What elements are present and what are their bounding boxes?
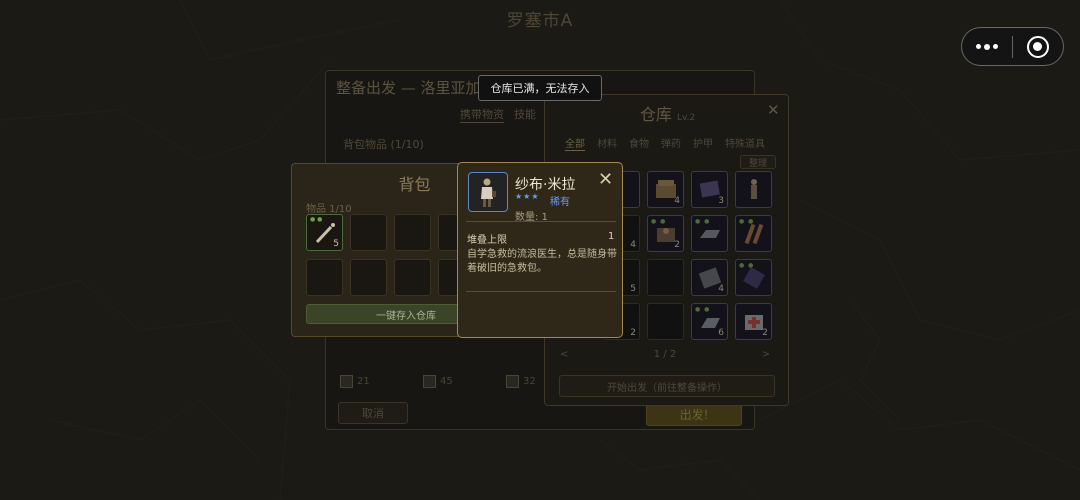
mini-program-capsule xyxy=(961,27,1064,66)
backpack-slot[interactable] xyxy=(350,259,387,296)
warehouse-bottom-button[interactable]: 开始出发（前往整备操作） xyxy=(559,375,775,397)
warehouse-slot[interactable] xyxy=(647,259,684,296)
item-description: 自学急救的流浪医生，总是随身带着破旧的急救包。 xyxy=(467,249,617,274)
warehouse-slot[interactable]: ● ● xyxy=(735,215,772,252)
checkbox-3[interactable]: 32 xyxy=(506,375,536,388)
tab-all[interactable]: 全部 xyxy=(565,135,585,151)
warehouse-slot[interactable]: 4 xyxy=(691,259,728,296)
more-button[interactable] xyxy=(962,28,1012,65)
equip-title: 整备出发 — 洛里亚加 xyxy=(336,79,481,97)
close-icon[interactable]: ✕ xyxy=(598,169,613,190)
rarity-stars: ★★★ xyxy=(515,192,540,201)
tab-supplies[interactable]: 携带物资 xyxy=(460,106,504,123)
tab-skills[interactable]: 技能 xyxy=(514,106,536,123)
backpack-slot[interactable]: ● ● 5 xyxy=(306,214,343,251)
backpack-slot[interactable] xyxy=(306,259,343,296)
stack-limit-value: 1 xyxy=(608,231,615,242)
next-page-button[interactable]: > xyxy=(762,349,770,360)
city-title: 罗塞市A xyxy=(506,11,574,31)
warehouse-slot[interactable]: 4 xyxy=(647,171,684,208)
target-icon xyxy=(1026,35,1049,58)
warehouse-slot[interactable]: 3 xyxy=(691,171,728,208)
bag-items-label: 背包物品 (1/10) xyxy=(343,138,424,151)
figure-icon xyxy=(751,179,757,199)
equip-tabs: 携带物资 技能 xyxy=(460,106,536,123)
more-dots-icon xyxy=(976,43,998,50)
page-indicator: 1 / 2 xyxy=(653,349,677,360)
warehouse-slot[interactable]: ● ● xyxy=(691,215,728,252)
tab-special[interactable]: 特殊道具 xyxy=(725,135,765,151)
warehouse-tabs: 全部 材料 食物 弹药 护甲 特殊道具 xyxy=(565,135,765,151)
sort-button[interactable]: 整理 xyxy=(740,155,776,169)
warehouse-slot[interactable]: 2 xyxy=(735,303,772,340)
rarity-label: 稀有 xyxy=(550,197,570,208)
warehouse-slot[interactable]: ● ● xyxy=(735,259,772,296)
tab-armor[interactable]: 护甲 xyxy=(693,135,713,151)
warehouse-slot[interactable]: ● ● 6 xyxy=(691,303,728,340)
item-detail-popup: 纱布·米拉 ★★★ 稀有 数量: 1 ✕ 堆叠上限 1 自学急救的流浪医生，总是… xyxy=(457,162,623,338)
tab-food[interactable]: 食物 xyxy=(629,135,649,151)
prev-page-button[interactable]: < xyxy=(560,349,568,360)
close-icon[interactable]: ✕ xyxy=(767,101,780,119)
checkbox-1[interactable]: 21 xyxy=(340,375,370,388)
cancel-button[interactable]: 取消 xyxy=(338,402,408,424)
warehouse-slot[interactable] xyxy=(735,171,772,208)
divider xyxy=(466,221,616,222)
backpack-slot[interactable] xyxy=(350,214,387,251)
medic-figure-icon xyxy=(481,178,496,207)
warehouse-full-toast: 仓库已满，无法存入 xyxy=(478,75,602,101)
item-name: 纱布·米拉 xyxy=(515,177,576,193)
warehouse-level: Lv.2 xyxy=(676,113,696,123)
divider xyxy=(466,291,616,292)
tab-ammo[interactable]: 弹药 xyxy=(661,135,681,151)
backpack-items-label: 物品 1/10 xyxy=(306,204,352,215)
backpack-slot[interactable] xyxy=(394,214,431,251)
exit-button[interactable] xyxy=(1013,28,1063,65)
checkbox-2[interactable]: 45 xyxy=(423,375,453,388)
slot-count: 5 xyxy=(333,239,339,249)
item-portrait xyxy=(468,172,508,212)
tab-materials[interactable]: 材料 xyxy=(597,135,617,151)
stack-limit-label: 堆叠上限 xyxy=(467,235,507,246)
backpack-slot[interactable] xyxy=(394,259,431,296)
warehouse-slot[interactable] xyxy=(647,303,684,340)
warehouse-pager: < 1 / 2 > xyxy=(560,349,770,360)
warehouse-title: 仓库 Lv.2 xyxy=(639,105,696,124)
warehouse-slot[interactable]: ● ● 2 xyxy=(647,215,684,252)
